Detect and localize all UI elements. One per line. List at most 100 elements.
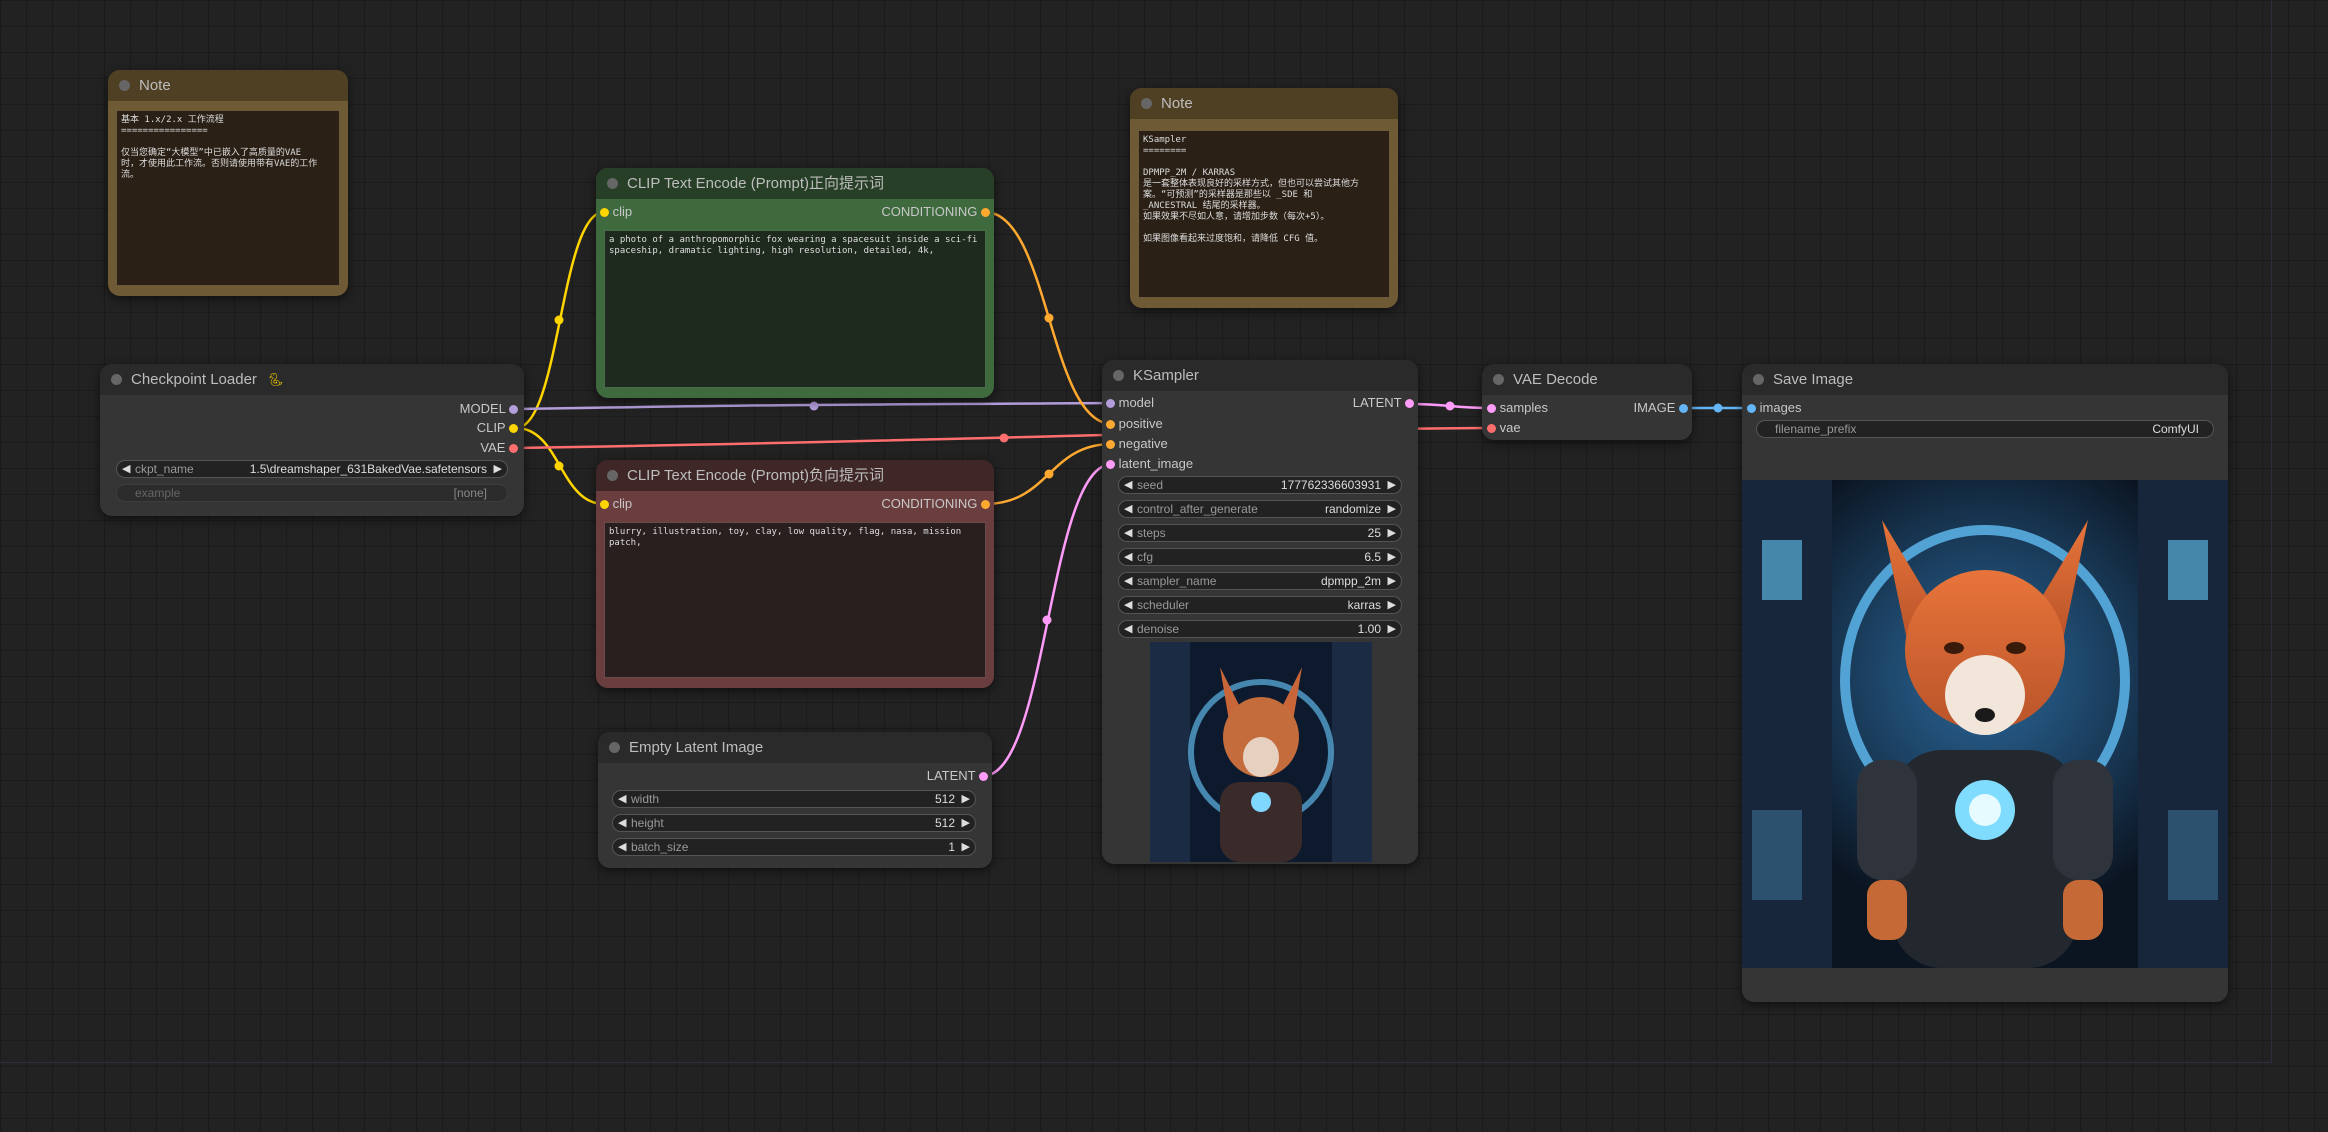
scheduler-combo[interactable]: ◀ scheduler karras ▶ [1118,596,1402,614]
node-title-bar[interactable]: VAE Decode [1482,364,1692,395]
link-midpoint[interactable] [1044,469,1054,479]
input-samples[interactable]: samples [1487,399,1548,417]
note-title-bar[interactable]: Note [108,70,348,101]
clip-negative-node[interactable]: CLIP Text Encode (Prompt)负向提示词 clip COND… [596,460,994,688]
decrement-arrow-icon[interactable]: ◀ [1124,549,1132,565]
prev-arrow-icon[interactable]: ◀ [1124,501,1132,517]
collapse-dot[interactable] [1753,374,1764,385]
input-vae[interactable]: vae [1487,419,1521,437]
vae-slot-dot[interactable] [1487,424,1496,434]
link-midpoint[interactable] [1445,401,1455,411]
checkpoint-loader-node[interactable]: Checkpoint Loader 🐍︎ MODEL CLIP VAE ◀ ck… [100,364,524,516]
decrement-arrow-icon[interactable]: ◀ [618,815,626,831]
node-title-bar[interactable]: Empty Latent Image [598,732,992,763]
vae-slot-dot[interactable] [509,444,518,454]
link-midpoint[interactable] [554,461,564,471]
denoise-widget[interactable]: ◀ denoise 1.00 ▶ [1118,620,1402,638]
batch-size-widget[interactable]: ◀ batch_size 1 ▶ [612,838,976,856]
output-model[interactable]: MODEL [460,400,518,418]
collapse-dot[interactable] [119,80,130,91]
sampler-name-combo[interactable]: ◀ sampler_name dpmpp_2m ▶ [1118,572,1402,590]
next-arrow-icon[interactable]: ▶ [1388,597,1396,613]
save-image-node[interactable]: Save Image images filename_prefix ComfyU… [1742,364,2228,1002]
link-midpoint[interactable] [809,401,819,411]
collapse-dot[interactable] [609,742,620,753]
link-midpoint[interactable] [1044,313,1054,323]
decrement-arrow-icon[interactable]: ◀ [618,839,626,855]
collapse-dot[interactable] [1113,370,1124,381]
input-positive[interactable]: positive [1106,415,1163,433]
model-slot-dot[interactable] [1106,399,1115,409]
output-latent[interactable]: LATENT [927,767,988,785]
node-title-bar[interactable]: Checkpoint Loader 🐍︎ [100,364,524,395]
increment-arrow-icon[interactable]: ▶ [962,791,970,807]
model-slot-dot[interactable] [509,405,518,415]
next-arrow-icon[interactable]: ▶ [1388,501,1396,517]
output-image[interactable]: IMAGE [1633,399,1688,417]
output-vae[interactable]: VAE [480,439,518,457]
cfg-widget[interactable]: ◀ cfg 6.5 ▶ [1118,548,1402,566]
samples-slot-dot[interactable] [1487,404,1496,414]
increment-arrow-icon[interactable]: ▶ [1388,477,1396,493]
note-title-bar[interactable]: Note [1130,88,1398,119]
collapse-dot[interactable] [111,374,122,385]
increment-arrow-icon[interactable]: ▶ [1388,549,1396,565]
image-slot-dot[interactable] [1679,404,1688,414]
decrement-arrow-icon[interactable]: ◀ [1124,477,1132,493]
ckpt-name-combo[interactable]: ◀ ckpt_name 1.5\dreamshaper_631BakedVae.… [116,460,508,478]
clip-slot-dot[interactable] [600,500,609,510]
clip-slot-dot[interactable] [600,208,609,218]
decrement-arrow-icon[interactable]: ◀ [618,791,626,807]
link-midpoint[interactable] [1042,615,1052,625]
input-negative[interactable]: negative [1106,435,1168,453]
prompt-textarea[interactable]: a photo of a anthropomorphic fox wearing… [604,230,986,388]
latent-slot-dot[interactable] [1405,399,1414,409]
output-clip[interactable]: CLIP [477,419,518,437]
next-arrow-icon[interactable]: ▶ [494,461,502,477]
latent-slot-dot[interactable] [1106,460,1115,470]
clip-slot-dot[interactable] [509,424,518,434]
collapse-dot[interactable] [607,178,618,189]
ksampler-node[interactable]: KSampler model positive negative latent_… [1102,360,1418,864]
link-midpoint[interactable] [1713,403,1723,413]
decrement-arrow-icon[interactable]: ◀ [1124,525,1132,541]
increment-arrow-icon[interactable]: ▶ [962,839,970,855]
input-clip[interactable]: clip [600,203,632,221]
steps-widget[interactable]: ◀ steps 25 ▶ [1118,524,1402,542]
node-title-bar[interactable]: CLIP Text Encode (Prompt)负向提示词 [596,460,994,491]
filename-prefix-field[interactable]: filename_prefix ComfyUI [1756,420,2214,438]
output-latent[interactable]: LATENT [1353,394,1414,412]
prompt-textarea[interactable]: blurry, illustration, toy, clay, low qua… [604,522,986,678]
decrement-arrow-icon[interactable]: ◀ [1124,621,1132,637]
note-text[interactable]: 基本 1.x/2.x 工作流程 ================ 仅当您确定“大… [116,110,340,286]
note-node-1[interactable]: Note 基本 1.x/2.x 工作流程 ================ 仅当… [108,70,348,296]
output-conditioning[interactable]: CONDITIONING [881,495,990,513]
input-clip[interactable]: clip [600,495,632,513]
link-midpoint[interactable] [554,315,564,325]
collapse-dot[interactable] [1493,374,1504,385]
width-widget[interactable]: ◀ width 512 ▶ [612,790,976,808]
conditioning-slot-dot[interactable] [981,208,990,218]
clip-positive-node[interactable]: CLIP Text Encode (Prompt)正向提示词 clip COND… [596,168,994,398]
increment-arrow-icon[interactable]: ▶ [1388,621,1396,637]
empty-latent-node[interactable]: Empty Latent Image LATENT ◀ width 512 ▶ … [598,732,992,868]
node-title-bar[interactable]: CLIP Text Encode (Prompt)正向提示词 [596,168,994,199]
collapse-dot[interactable] [1141,98,1152,109]
image-slot-dot[interactable] [1747,404,1756,414]
collapse-dot[interactable] [607,470,618,481]
input-images[interactable]: images [1747,399,1802,417]
vae-decode-node[interactable]: VAE Decode samples vae IMAGE [1482,364,1692,440]
increment-arrow-icon[interactable]: ▶ [1388,525,1396,541]
positive-slot-dot[interactable] [1106,420,1115,430]
output-conditioning[interactable]: CONDITIONING [881,203,990,221]
node-title-bar[interactable]: Save Image [1742,364,2228,395]
prev-arrow-icon[interactable]: ◀ [1124,573,1132,589]
input-latent-image[interactable]: latent_image [1106,455,1193,473]
input-model[interactable]: model [1106,394,1154,412]
prev-arrow-icon[interactable]: ◀ [1124,597,1132,613]
note-text[interactable]: KSampler ======== DPMPP_2M / KARRAS 是一套整… [1138,130,1390,298]
link-midpoint[interactable] [999,433,1009,443]
conditioning-slot-dot[interactable] [981,500,990,510]
latent-slot-dot[interactable] [979,772,988,782]
note-node-2[interactable]: Note KSampler ======== DPMPP_2M / KARRAS… [1130,88,1398,308]
